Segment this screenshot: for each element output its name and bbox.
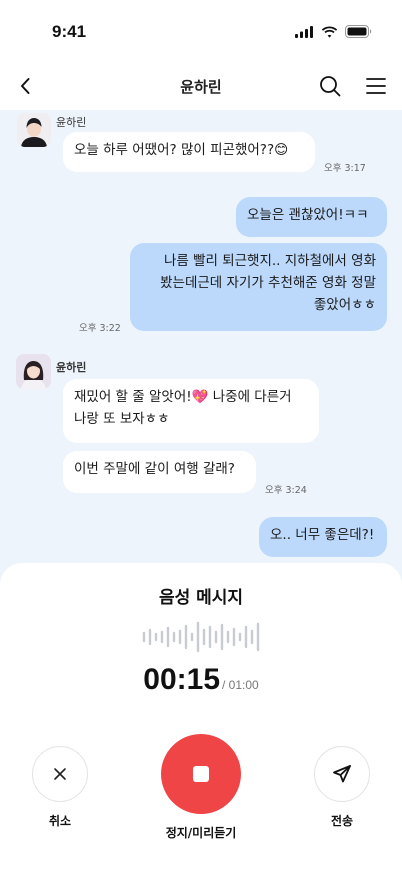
message-bubble-incoming[interactable]: 재밌어 할 줄 알앗어!💖 나중에 다른거 나랑 또 보자ㅎㅎ <box>63 379 319 443</box>
chat-thread[interactable]: 윤하린 오늘 하루 어땠어? 많이 피곤했어??😊 오후 3:17 오늘은 괜찮… <box>0 110 402 570</box>
recording-timer: 00:15/ 01:00 <box>0 663 402 697</box>
battery-icon <box>345 25 372 38</box>
avatar[interactable] <box>16 354 51 389</box>
max-duration: / 01:00 <box>222 678 259 692</box>
hamburger-icon <box>366 78 386 94</box>
message-bubble-incoming[interactable]: 이번 주말에 같이 여행 갈래? <box>63 451 256 493</box>
profile-photo-icon <box>16 354 51 389</box>
message-bubble-outgoing[interactable]: 나름 빨리 퇴근햇지.. 지하철에서 영화 봤는데근데 자기가 추천해준 영화 … <box>130 243 387 331</box>
stop-preview-label: 정지/미리듣기 <box>165 826 237 840</box>
cancel-button[interactable] <box>32 746 88 802</box>
message-bubble-outgoing[interactable]: 오늘은 괜찮았어!ㅋㅋ <box>236 197 387 237</box>
chat-header: 윤하린 <box>0 62 402 110</box>
message-bubble-incoming[interactable]: 오늘 하루 어땠어? 많이 피곤했어??😊 <box>63 132 315 172</box>
menu-button[interactable] <box>364 74 388 98</box>
search-icon <box>320 76 341 97</box>
avatar[interactable] <box>17 113 51 147</box>
send-button[interactable] <box>314 746 370 802</box>
wifi-icon <box>321 26 338 38</box>
status-bar: 9:41 <box>0 0 402 62</box>
send-icon <box>333 765 351 783</box>
status-icons <box>295 25 372 38</box>
message-time: 오후 3:22 <box>79 323 121 334</box>
waveform-icon <box>142 621 260 653</box>
voice-message-sheet: 음성 메시지 00:15/ 01:00 취소 정지/미리듣기 전송 <box>0 563 402 874</box>
sender-name: 윤하린 <box>56 361 87 374</box>
message-time: 오후 3:17 <box>324 163 366 174</box>
status-time: 9:41 <box>52 22 87 41</box>
cancel-label: 취소 <box>48 814 72 828</box>
stop-icon <box>193 766 209 782</box>
message-bubble-outgoing[interactable]: 오.. 너무 좋은데?! <box>259 517 387 557</box>
message-time: 오후 3:24 <box>265 485 307 496</box>
close-icon <box>54 768 66 780</box>
send-label: 전송 <box>330 814 354 828</box>
cellular-icon <box>295 25 313 38</box>
sender-name: 윤하린 <box>56 116 87 129</box>
profile-photo-icon <box>17 113 51 147</box>
elapsed-time: 00:15 <box>143 663 221 696</box>
sheet-title: 음성 메시지 <box>158 588 244 608</box>
stop-preview-button[interactable] <box>161 734 241 814</box>
search-button[interactable] <box>318 74 342 98</box>
